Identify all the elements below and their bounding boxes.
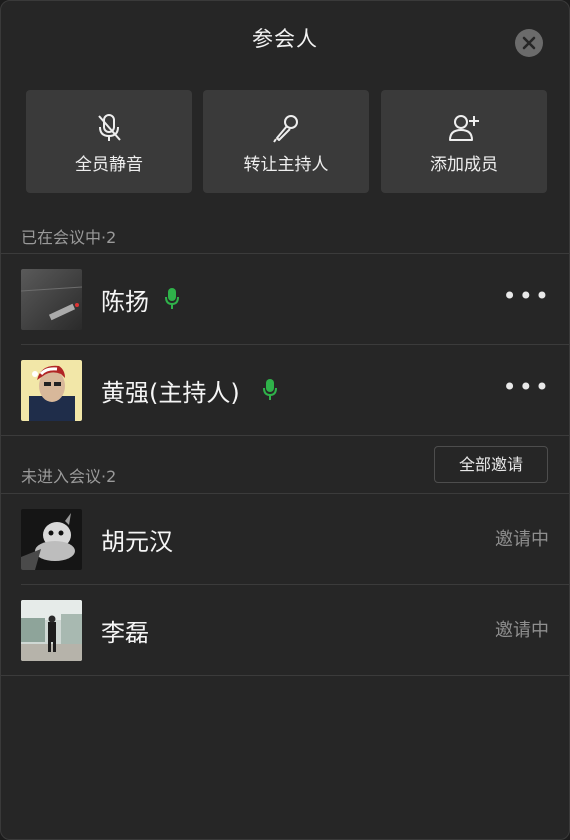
participants-panel: 参会人 全员静音 转让主持人 添加成员 已在会议中·2 陈扬 ••• 黄强(主持…	[0, 0, 570, 840]
mic-on-icon	[263, 379, 277, 405]
participant-name: 黄强(主持人)	[101, 379, 240, 407]
avatar	[21, 600, 82, 661]
panel-title: 参会人	[252, 27, 318, 51]
avatar	[21, 509, 82, 570]
mute-all-button[interactable]: 全员静音	[26, 90, 192, 193]
more-options-button[interactable]: •••	[503, 375, 551, 399]
participant-row[interactable]: 陈扬 •••	[1, 254, 569, 344]
more-options-button[interactable]: •••	[503, 284, 551, 308]
pending-section-label: 未进入会议·2	[21, 467, 117, 486]
participant-name: 李磊	[101, 619, 149, 647]
participant-name: 陈扬	[101, 288, 149, 316]
participant-name: 胡元汉	[101, 528, 173, 556]
avatar	[21, 360, 82, 421]
transfer-host-label: 转让主持人	[243, 155, 329, 175]
invite-all-button[interactable]: 全部邀请	[434, 446, 548, 483]
mute-all-label: 全员静音	[75, 155, 143, 175]
add-member-label: 添加成员	[430, 155, 498, 175]
participant-row[interactable]: 李磊 邀请中	[1, 585, 569, 675]
add-user-icon	[449, 115, 479, 141]
participant-row[interactable]: 黄强(主持人) •••	[1, 345, 569, 435]
avatar	[21, 269, 82, 330]
participant-row[interactable]: 胡元汉 邀请中	[1, 494, 569, 584]
close-button[interactable]	[515, 29, 543, 57]
mic-muted-icon	[98, 114, 121, 141]
joined-section-label: 已在会议中·2	[21, 228, 117, 247]
mic-on-icon	[165, 288, 179, 314]
add-member-button[interactable]: 添加成员	[381, 90, 547, 193]
divider	[1, 435, 569, 436]
invite-status: 邀请中	[495, 620, 549, 641]
invite-status: 邀请中	[495, 529, 549, 550]
microphone-icon	[273, 115, 298, 143]
close-icon	[522, 36, 536, 50]
divider	[1, 675, 569, 676]
transfer-host-button[interactable]: 转让主持人	[203, 90, 369, 193]
